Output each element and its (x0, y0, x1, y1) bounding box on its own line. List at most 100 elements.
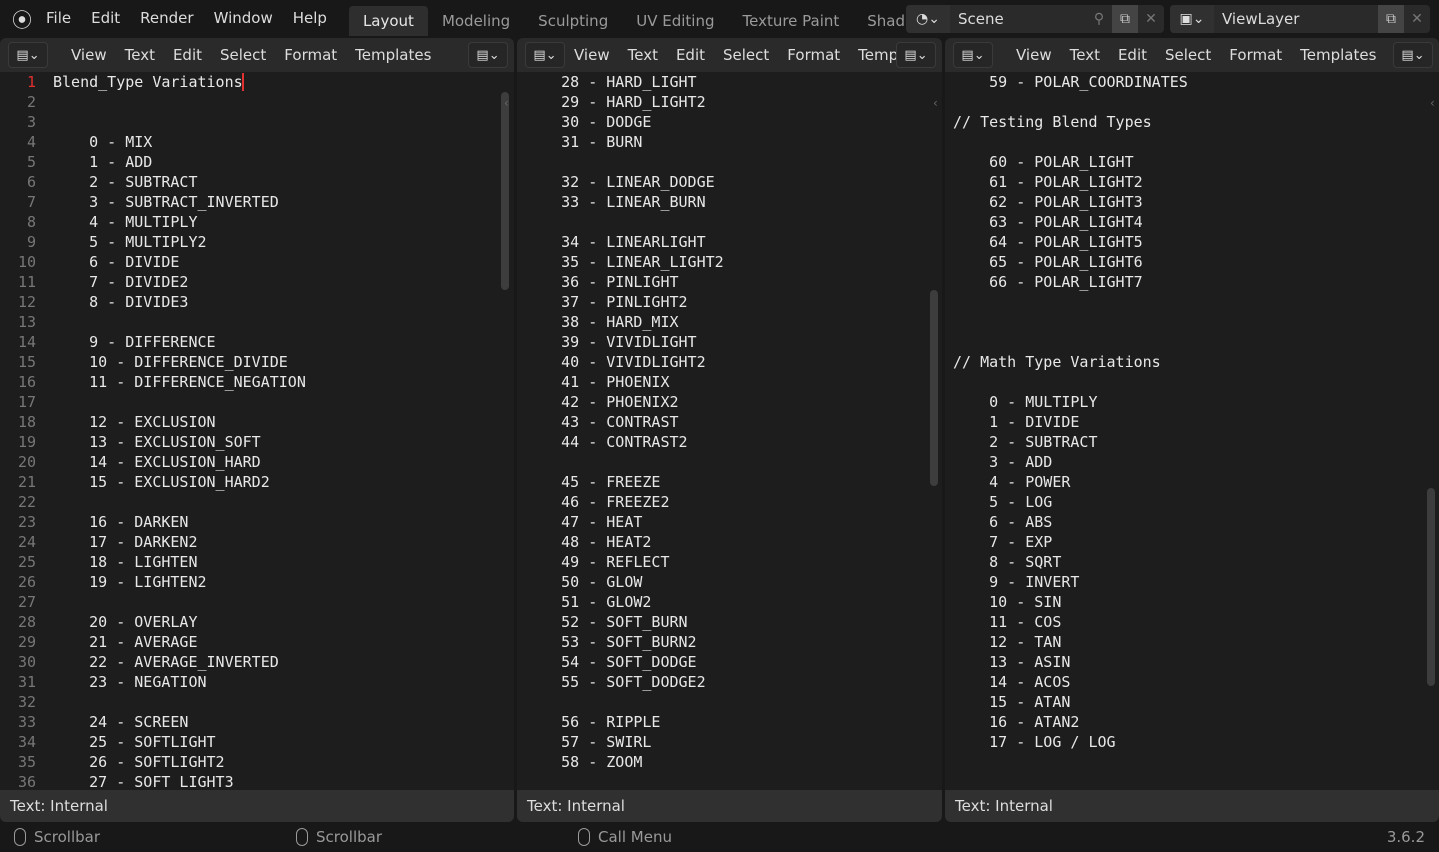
code-line: 61 - POLAR_LIGHT2 (945, 172, 1439, 192)
menu-select[interactable]: Select (211, 46, 275, 64)
editor-type-icon[interactable]: ▤⌄ (953, 42, 993, 68)
scrollbar[interactable] (501, 92, 509, 290)
code-line: 8 4 - MULTIPLY (0, 212, 514, 232)
menu-select[interactable]: Select (1156, 46, 1220, 64)
code-text: 24 - SCREEN (53, 713, 189, 731)
code-text: 15 - EXCLUSION_HARD2 (53, 473, 270, 491)
code-line: 37 - PINLIGHT2 (517, 292, 942, 312)
menu-format[interactable]: Format (1220, 46, 1291, 64)
menu-view[interactable]: View (1007, 46, 1061, 64)
status-hint: Call Menu (598, 828, 672, 846)
text-datablock-icon[interactable]: ▤⌄ (1393, 42, 1433, 68)
line-number: 28 (17, 613, 36, 631)
text-area[interactable]: 59 - POLAR_COORDINATES // Testing Blend T… (945, 72, 1439, 790)
tab-modeling[interactable]: Modeling (428, 6, 524, 36)
menu-select[interactable]: Select (714, 46, 778, 64)
code-text: 65 - POLAR_LIGHT6 (953, 253, 1143, 271)
code-text: 58 - ZOOM (525, 753, 643, 771)
code-text: 31 - BURN (525, 133, 643, 151)
tab-texture-paint[interactable]: Texture Paint (728, 6, 853, 36)
scene-name[interactable]: Scene (950, 10, 1086, 28)
menu-window[interactable]: Window (204, 9, 283, 27)
code-text: 8 - SQRT (953, 553, 1062, 571)
code-text: 52 - SOFT_BURN (525, 613, 688, 631)
line-number: 35 (17, 753, 36, 771)
code-text: 45 - FREEZE (525, 473, 661, 491)
menu-edit[interactable]: Edit (1109, 46, 1156, 64)
menu-view[interactable]: View (565, 46, 619, 64)
line-number: 4 (26, 133, 36, 151)
menu-text[interactable]: Text (1061, 46, 1109, 64)
line-number: 32 (17, 693, 36, 711)
code-text: 47 - HEAT (525, 513, 643, 531)
sidebar-toggle-icon[interactable]: ‹ (933, 96, 938, 110)
tab-sculpting[interactable]: Sculpting (524, 6, 622, 36)
view-layer-name[interactable]: ViewLayer (1214, 10, 1378, 28)
menu-text[interactable]: Text (116, 46, 164, 64)
close-icon[interactable]: ✕ (1138, 5, 1164, 33)
status-bar: Scrollbar Scrollbar Call Menu 3.6.2 (0, 822, 1439, 852)
code-line: 41 - PHOENIX (517, 372, 942, 392)
sidebar-toggle-icon[interactable]: ‹ (1430, 96, 1435, 110)
menu-edit[interactable]: Edit (667, 46, 714, 64)
mouse-middle-icon (296, 828, 308, 846)
code-line: 4 - POWER (945, 472, 1439, 492)
menu-templates[interactable]: Templates (346, 46, 440, 64)
menu-text[interactable]: Text (619, 46, 667, 64)
code-text: 19 - LIGHTEN2 (53, 573, 207, 591)
code-text: Blend_Type Variations (53, 73, 243, 91)
code-line: 15 10 - DIFFERENCE_DIVIDE (0, 352, 514, 372)
code-line: 12 8 - DIVIDE3 (0, 292, 514, 312)
code-line: 55 - SOFT_DODGE2 (517, 672, 942, 692)
pin-icon[interactable]: ⚲ (1086, 5, 1112, 33)
editor-type-icon[interactable]: ▤⌄ (8, 42, 48, 68)
new-view-layer-icon[interactable]: ⧉ (1378, 5, 1404, 33)
code-line: 12 - TAN (945, 632, 1439, 652)
menu-edit[interactable]: Edit (81, 9, 130, 27)
code-line: 63 - POLAR_LIGHT4 (945, 212, 1439, 232)
code-text: 59 - POLAR_COORDINATES (953, 73, 1188, 91)
text-editor-1: ▤⌄ View Text Edit Select Format Templates ▤⌄ 1 Bl… (0, 38, 514, 822)
code-line: 29 - HARD_LIGHT2 (517, 92, 942, 112)
code-text: 57 - SWIRL (525, 733, 652, 751)
code-line: 3 - ADD (945, 452, 1439, 472)
editor-header: ▤⌄ViewTextEditSelectFormatTemplates (517, 38, 942, 72)
scene-icon[interactable]: ◔⌄ (906, 5, 950, 33)
line-number: 1 (26, 73, 36, 91)
scrollbar[interactable] (930, 290, 938, 486)
line-number: 14 (17, 333, 36, 351)
view-layer-selector[interactable]: ▣⌄ ViewLayer ⧉ ✕ (1170, 5, 1430, 33)
menu-render[interactable]: Render (130, 9, 203, 27)
menu-format[interactable]: Format (275, 46, 346, 64)
code-line: 1 Blend_Type Variations (0, 72, 514, 92)
line-number: 30 (17, 653, 36, 671)
text-datablock-icon[interactable]: ▤⌄ (896, 42, 936, 68)
footer-text-status: Text: Internal (945, 790, 1439, 822)
menu-help[interactable]: Help (283, 9, 337, 27)
view-layer-icon[interactable]: ▣⌄ (1170, 5, 1214, 33)
new-scene-icon[interactable]: ⧉ (1112, 5, 1138, 33)
top-bar: ⦿ File Edit Render Window Help Layout Modelin… (0, 0, 1439, 36)
scrollbar[interactable] (1427, 488, 1435, 686)
menu-file[interactable]: File (36, 9, 81, 27)
code-text: 27 - SOFT_LIGHT3 (53, 773, 234, 791)
close-icon[interactable]: ✕ (1404, 5, 1430, 33)
menu-format[interactable]: Format (778, 46, 849, 64)
menu-edit[interactable]: Edit (164, 46, 211, 64)
scene-selector[interactable]: ◔⌄ Scene ⚲ ⧉ ✕ (906, 5, 1164, 33)
text-datablock-icon[interactable]: ▤⌄ (468, 42, 508, 68)
blender-logo-icon[interactable]: ⦿ (8, 4, 36, 32)
code-text: 40 - VIVIDLIGHT2 (525, 353, 706, 371)
text-area[interactable]: 28 - HARD_LIGHT 29 - HARD_LIGHT2 30 - DO… (517, 72, 942, 790)
code-line: 3 (0, 112, 514, 132)
text-area[interactable]: 1 Blend_Type Variations 2 3 4 0 - MIX 5 1 - A… (0, 72, 514, 791)
menu-templates[interactable]: Templates (1291, 46, 1385, 64)
sidebar-toggle-icon[interactable]: ‹ (504, 96, 509, 110)
code-text: 63 - POLAR_LIGHT4 (953, 213, 1143, 231)
code-text: 0 - MIX (53, 133, 153, 151)
menu-view[interactable]: View (62, 46, 116, 64)
code-line: 58 - ZOOM (517, 752, 942, 772)
editor-type-icon[interactable]: ▤⌄ (525, 42, 565, 68)
tab-uv-editing[interactable]: UV Editing (622, 6, 728, 36)
tab-layout[interactable]: Layout (348, 6, 428, 36)
